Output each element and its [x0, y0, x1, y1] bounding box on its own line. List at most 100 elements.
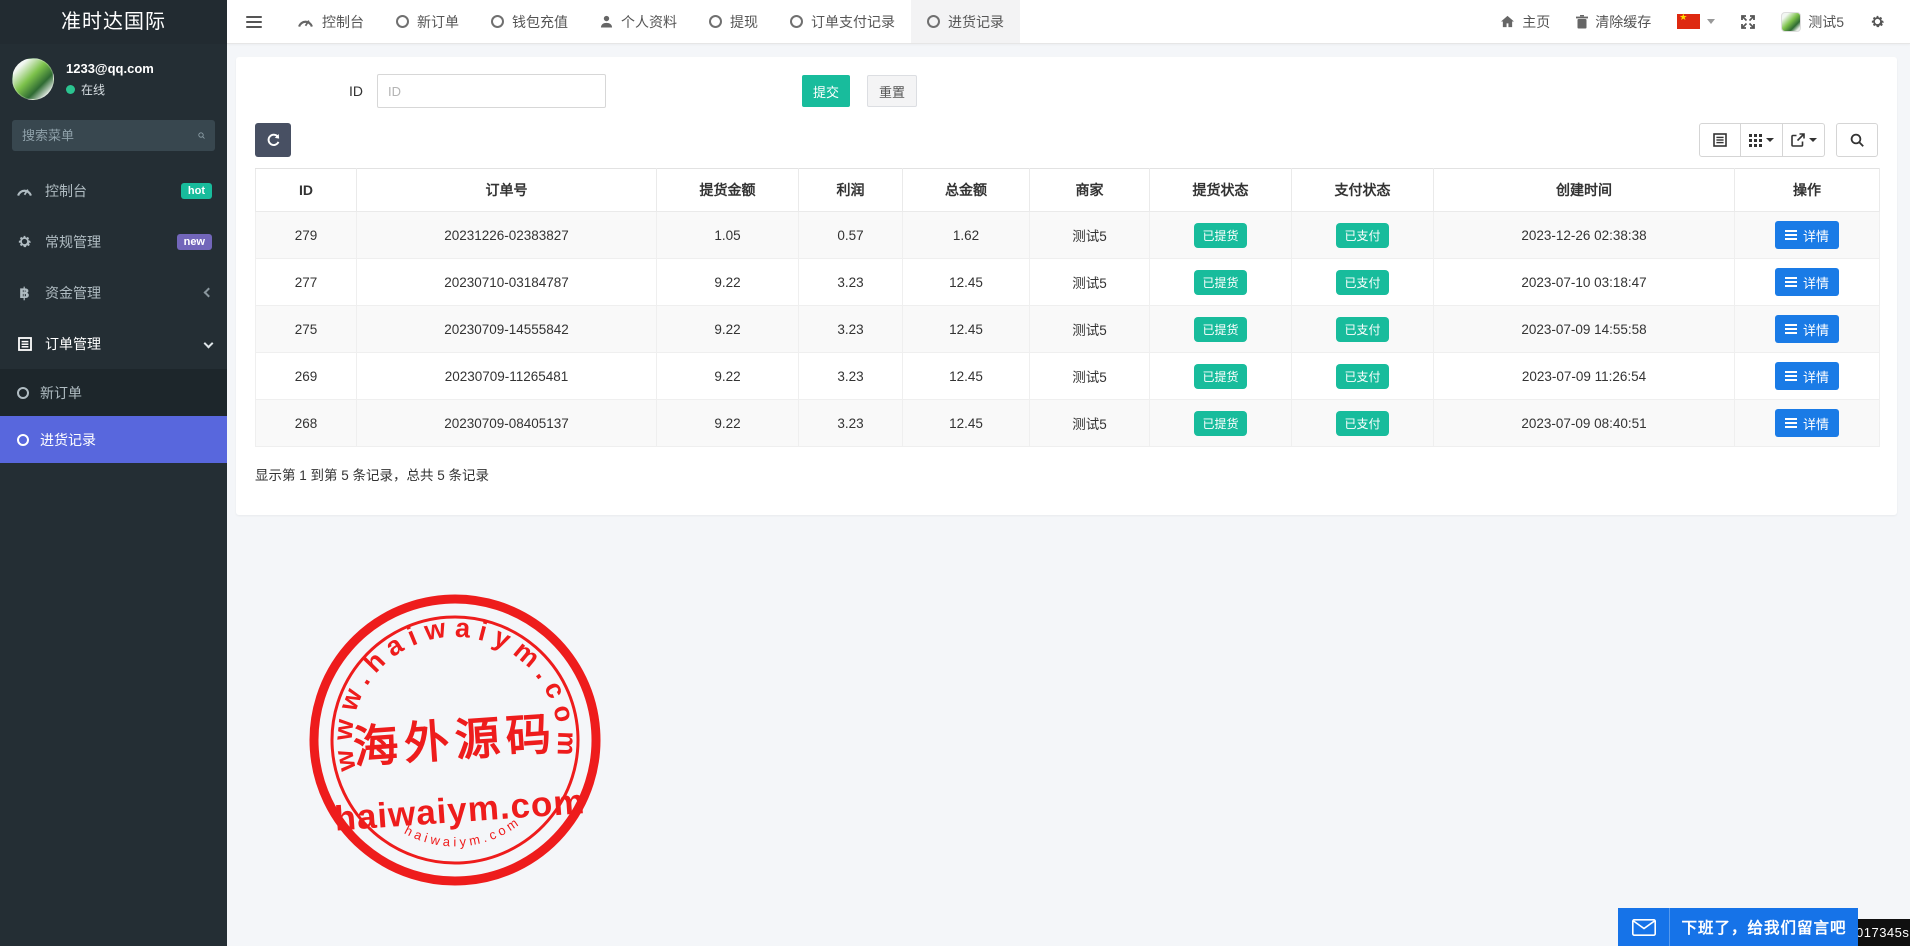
user-email: 1233@qq.com [66, 61, 154, 76]
pay-status-badge: 已支付 [1336, 411, 1388, 436]
search-icon [198, 129, 205, 142]
columns-grid-icon [1749, 134, 1762, 147]
chevron-left-icon [204, 288, 214, 298]
tab-label: 新订单 [417, 12, 459, 32]
dashboard-icon [297, 15, 314, 28]
cell-pickup-amount: 1.05 [657, 212, 799, 259]
cell-merchant: 测试5 [1030, 259, 1150, 306]
cell-profit: 3.23 [799, 400, 903, 447]
id-input[interactable] [377, 74, 606, 108]
detail-button[interactable]: 详情 [1775, 315, 1839, 343]
tab-label: 个人资料 [621, 12, 677, 32]
avatar [1781, 12, 1801, 32]
user-menu[interactable]: 测试5 [1768, 0, 1857, 44]
home-button[interactable]: 主页 [1487, 0, 1563, 44]
cell-merchant: 测试5 [1030, 353, 1150, 400]
tab-profile[interactable]: 个人资料 [584, 0, 693, 43]
refresh-button[interactable] [255, 123, 291, 157]
sidebar-menu: 控制台 hot 常规管理 new ฿ 资金管理 订单管理 新订单 [0, 165, 227, 463]
sidebar-subitem-new-order[interactable]: 新订单 [0, 369, 227, 416]
navbar-right: 主页 清除缓存 ★ 测试5 [1487, 0, 1910, 43]
dashboard-icon [15, 184, 34, 197]
cell-order-no: 20230709-14555842 [357, 306, 657, 353]
cell-order-no: 20230709-08405137 [357, 400, 657, 447]
sidebar-item-orders[interactable]: 订单管理 [0, 318, 227, 369]
circle-icon [790, 15, 803, 28]
chevron-down-icon [204, 339, 214, 349]
sidebar-item-dashboard[interactable]: 控制台 hot [0, 165, 227, 216]
clear-cache-label: 清除缓存 [1595, 12, 1651, 32]
sidebar-item-funds[interactable]: ฿ 资金管理 [0, 267, 227, 318]
detail-button[interactable]: 详情 [1775, 362, 1839, 390]
visitor-counter: 017345s [1852, 919, 1910, 946]
clear-cache-button[interactable]: 清除缓存 [1563, 0, 1664, 44]
sidebar-search-input[interactable] [22, 128, 198, 143]
export-button[interactable] [1783, 123, 1825, 157]
tab-withdraw[interactable]: 提现 [693, 0, 774, 43]
pay-status-badge: 已支付 [1336, 223, 1388, 248]
main-content: ID 提交 重置 [227, 44, 1910, 946]
detail-button[interactable]: 详情 [1775, 409, 1839, 437]
tab-label: 钱包充值 [512, 12, 568, 32]
sidebar-subitem-purchase-records[interactable]: 进货记录 [0, 416, 227, 463]
sidebar-search[interactable] [12, 120, 215, 151]
cell-profit: 3.23 [799, 306, 903, 353]
pickup-status-badge: 已提货 [1194, 364, 1246, 389]
detail-button[interactable]: 详情 [1775, 268, 1839, 296]
order-list-icon [15, 337, 34, 351]
sidebar-item-label: 控制台 [45, 181, 87, 201]
tab-dashboard[interactable]: 控制台 [281, 0, 380, 43]
caret-down-icon [1766, 138, 1774, 142]
search-toggle-button[interactable] [1836, 123, 1878, 157]
tab-label: 控制台 [322, 12, 364, 32]
submit-button[interactable]: 提交 [802, 75, 850, 107]
pickup-status-badge: 已提货 [1194, 270, 1246, 295]
leave-message-bar[interactable]: 下班了，给我们留言吧 [1618, 908, 1858, 946]
fullscreen-button[interactable] [1728, 0, 1768, 44]
view-options-group [1699, 123, 1825, 157]
detail-view-button[interactable] [1699, 123, 1741, 157]
col-pickup-status: 提货状态 [1150, 169, 1292, 212]
pay-status-badge: 已支付 [1336, 364, 1388, 389]
pagination-summary: 显示第 1 到第 5 条记录，总共 5 条记录 [255, 464, 1878, 484]
col-created: 创建时间 [1434, 169, 1735, 212]
trash-icon [1576, 15, 1588, 29]
user-status: 在线 [81, 81, 105, 98]
subitem-label: 进货记录 [40, 430, 96, 450]
cell-pickup-amount: 9.22 [657, 259, 799, 306]
columns-button[interactable] [1741, 123, 1783, 157]
hot-badge: hot [181, 183, 212, 199]
detail-button[interactable]: 详情 [1775, 221, 1839, 249]
table-row: 269 20230709-11265481 9.22 3.23 12.45 测试… [256, 353, 1880, 400]
export-icon [1791, 133, 1805, 147]
search-icon [1850, 133, 1864, 147]
username-label: 测试5 [1808, 12, 1844, 32]
tab-purchase-records[interactable]: 进货记录 [911, 0, 1020, 43]
table-row: 268 20230709-08405137 9.22 3.23 12.45 测试… [256, 400, 1880, 447]
gear-icon [1870, 14, 1885, 29]
sidebar: 准时达国际 1233@qq.com 在线 控制台 hot 常规管理 new ฿ … [0, 0, 227, 946]
cell-created: 2023-07-09 08:40:51 [1434, 400, 1735, 447]
col-profit: 利润 [799, 169, 903, 212]
online-dot-icon [66, 85, 75, 94]
language-selector[interactable]: ★ [1664, 0, 1728, 44]
list-icon [1785, 230, 1797, 240]
cell-profit: 3.23 [799, 259, 903, 306]
tab-wallet-recharge[interactable]: 钱包充值 [475, 0, 584, 43]
circle-icon [396, 15, 409, 28]
sidebar-item-general[interactable]: 常规管理 new [0, 216, 227, 267]
col-actions: 操作 [1735, 169, 1880, 212]
tab-order-payment-records[interactable]: 订单支付记录 [774, 0, 911, 43]
cell-order-no: 20230709-11265481 [357, 353, 657, 400]
cell-id: 279 [256, 212, 357, 259]
pay-status-badge: 已支付 [1336, 270, 1388, 295]
hamburger-menu-icon[interactable] [227, 0, 281, 43]
col-total: 总金额 [903, 169, 1030, 212]
circle-icon [927, 15, 940, 28]
settings-button[interactable] [1857, 0, 1898, 44]
cell-id: 268 [256, 400, 357, 447]
cell-total: 12.45 [903, 353, 1030, 400]
sidebar-item-label: 资金管理 [45, 283, 101, 303]
reset-button[interactable]: 重置 [867, 75, 917, 107]
tab-new-order[interactable]: 新订单 [380, 0, 475, 43]
